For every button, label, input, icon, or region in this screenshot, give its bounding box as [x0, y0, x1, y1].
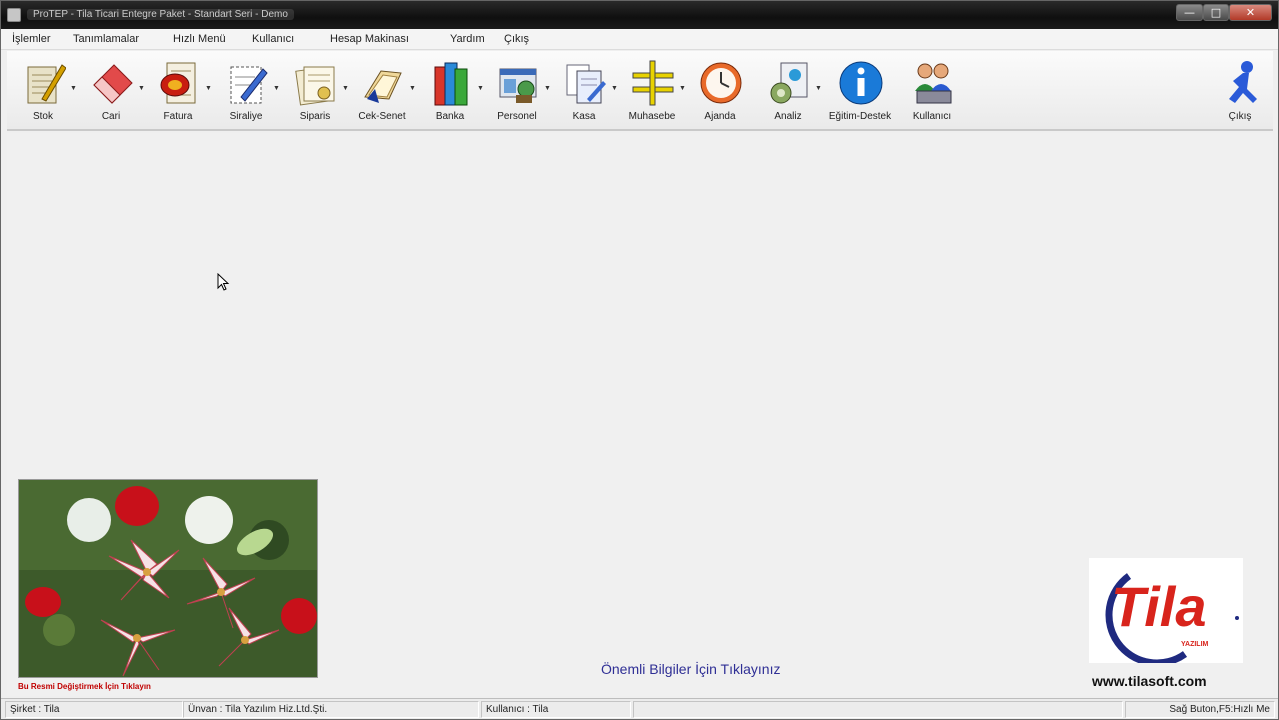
toolbar-button-banka[interactable]: ▼ Banka [419, 57, 484, 127]
menu-islemler[interactable]: İşlemler [12, 33, 51, 45]
tila-logo: Tila YAZILIM [1089, 558, 1243, 667]
order-pen-icon [230, 66, 268, 104]
window-title: ProTEP - Tila Ticari Entegre Paket - Sta… [27, 9, 294, 20]
dropdown-arrow-icon[interactable]: ▼ [273, 85, 280, 92]
logo-text: Tila [1111, 575, 1206, 638]
menu-hesap-makinasi[interactable]: Hesap Makinası [330, 33, 409, 45]
main-toolbar: ▼ Stok ▼ Cari ▼ Fatura ▼ Siraliye ▼ Sipa… [7, 51, 1273, 131]
toolbar-button-cari[interactable]: ▼ Cari [80, 57, 145, 127]
logo-subtext: YAZILIM [1181, 641, 1209, 648]
toolbar-button-stok[interactable]: ▼ Stok [12, 57, 77, 127]
accounting-ledger-icon [632, 60, 674, 106]
toolbar-button-muhasebe[interactable]: ▼ Muhasebe [621, 57, 686, 127]
toolbar-label: Kullanıcı [912, 111, 952, 122]
menu-yardim[interactable]: Yardım [450, 33, 485, 45]
toolbar-button-siparis[interactable]: ▼ Siparis [284, 57, 349, 127]
toolbar-label: Analiz [774, 111, 802, 122]
title-bar[interactable]: ProTEP - Tila Ticari Entegre Paket - Sta… [1, 1, 1278, 29]
mouse-pointer-icon [217, 273, 230, 291]
bank-books-icon [434, 62, 468, 106]
dropdown-arrow-icon[interactable]: ▼ [611, 85, 618, 92]
toolbar-button-egitim-destek[interactable]: Eğitim-Destek [829, 57, 891, 127]
toolbar-label: Cari [101, 111, 121, 122]
status-bar: Şirket : Tila Ünvan : Tila Yazılım Hiz.L… [1, 698, 1278, 719]
menu-kullanici[interactable]: Kullanıcı [252, 33, 294, 45]
important-info-link[interactable]: Önemli Bilgiler İçin Tıklayınız [601, 661, 780, 677]
users-icon [915, 63, 952, 104]
toolbar-button-cikis[interactable]: Çıkış [1209, 57, 1271, 127]
toolbar-label: Çıkış [1228, 111, 1252, 122]
running-man-icon [1229, 61, 1257, 103]
info-icon [839, 61, 883, 105]
toolbar-label: Siparis [299, 111, 331, 122]
toolbar-button-kasa[interactable]: ▼ Kasa [553, 57, 618, 127]
status-title: Ünvan : Tila Yazılım Hiz.Ltd.Şti. [183, 701, 479, 718]
toolbar-button-analiz[interactable]: ▼ Analiz [757, 57, 822, 127]
personnel-icon [499, 68, 537, 103]
toolbar-button-fatura[interactable]: ▼ Fatura [147, 57, 212, 127]
analysis-icon [770, 62, 808, 104]
app-icon[interactable] [7, 8, 21, 22]
status-hint: Sağ Buton,F5:Hızlı Me [1125, 701, 1275, 718]
status-user: Kullanıcı : Tila [481, 701, 631, 718]
menu-tanimlamalar[interactable]: Tanımlamalar [73, 33, 139, 45]
order-document-icon [295, 66, 335, 106]
minimize-button[interactable]: — [1176, 4, 1203, 21]
status-company: Şirket : Tila [5, 701, 183, 718]
toolbar-label: Muhasebe [628, 111, 676, 122]
lily-flowers-image [19, 480, 317, 677]
toolbar-label: Siraliye [229, 111, 263, 122]
toolbar-label: Cek-Senet [358, 111, 406, 122]
toolbar-label: Banka [435, 111, 465, 122]
toolbar-label: Eğitim-Destek [828, 111, 892, 122]
clock-icon [700, 62, 742, 104]
toolbar-button-ajanda[interactable]: Ajanda [689, 57, 751, 127]
dropdown-arrow-icon[interactable]: ▼ [342, 85, 349, 92]
tila-logo-graphic: Tila YAZILIM [1105, 573, 1239, 667]
dropdown-arrow-icon[interactable]: ▼ [138, 85, 145, 92]
dropdown-arrow-icon[interactable]: ▼ [409, 85, 416, 92]
eraser-icon [93, 64, 133, 104]
maximize-button[interactable]: □ [1203, 4, 1229, 21]
application-window: ProTEP - Tila Ticari Entegre Paket - Sta… [0, 0, 1279, 720]
stock-pad-icon [27, 64, 66, 104]
dropdown-arrow-icon[interactable]: ▼ [815, 85, 822, 92]
menu-hizli-menu[interactable]: Hızlı Menü [173, 33, 226, 45]
dropdown-arrow-icon[interactable]: ▼ [205, 85, 212, 92]
cheque-book-icon [364, 70, 402, 103]
status-empty [633, 701, 1123, 718]
toolbar-label: Personel [497, 111, 537, 122]
toolbar-label: Fatura [163, 111, 193, 122]
menu-cikis[interactable]: Çıkış [504, 33, 529, 45]
dropdown-arrow-icon[interactable]: ▼ [679, 85, 686, 92]
toolbar-button-kullanici[interactable]: Kullanıcı [901, 57, 963, 127]
toolbar-button-cek-senet[interactable]: ▼ Cek-Senet [351, 57, 416, 127]
invoice-stamp-icon [160, 62, 196, 104]
toolbar-label: Kasa [572, 111, 596, 122]
change-photo-link[interactable]: Bu Resmi Değiştirmek İçin Tıklayın [18, 682, 151, 691]
toolbar-label: Ajanda [704, 111, 736, 122]
dropdown-arrow-icon[interactable]: ▼ [70, 85, 77, 92]
menu-bar: İşlemler Tanımlamalar Hızlı Menü Kullanı… [1, 29, 1278, 50]
workspace: Bu Resmi Değiştirmek İçin Tıklayın Öneml… [7, 133, 1273, 696]
close-button[interactable]: ✕ [1229, 4, 1272, 21]
dropdown-arrow-icon[interactable]: ▼ [477, 85, 484, 92]
toolbar-button-personel[interactable]: ▼ Personel [486, 57, 551, 127]
flower-photo[interactable] [18, 479, 318, 678]
toolbar-button-siraliye[interactable]: ▼ Siraliye [215, 57, 280, 127]
dropdown-arrow-icon[interactable]: ▼ [544, 85, 551, 92]
cash-documents-icon [566, 64, 606, 104]
toolbar-label: Stok [32, 111, 53, 122]
website-url[interactable]: www.tilasoft.com [1092, 673, 1207, 689]
